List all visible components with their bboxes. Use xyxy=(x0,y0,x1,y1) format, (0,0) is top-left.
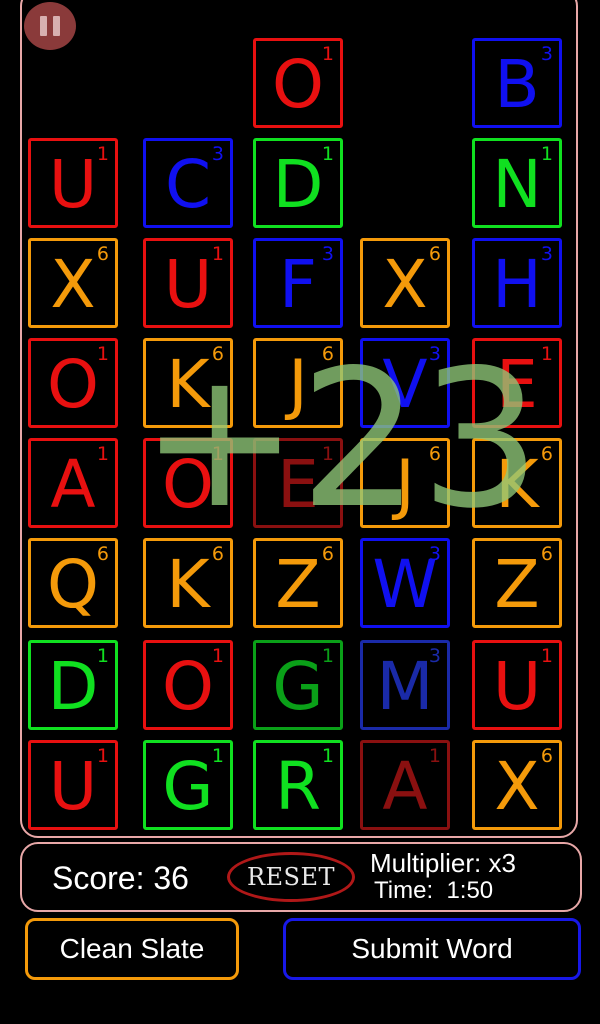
status-panel: Score: 36 RESET Multiplier: x3 Time: 1:5… xyxy=(20,842,582,912)
tile-points: 1 xyxy=(321,43,334,65)
letter-tile[interactable]: A1 xyxy=(28,438,118,528)
tile-points: 6 xyxy=(428,243,441,265)
tile-points: 6 xyxy=(321,343,334,365)
letter-tile[interactable]: F3 xyxy=(253,238,343,328)
tile-points: 6 xyxy=(211,543,224,565)
tile-points: 1 xyxy=(96,645,109,667)
tile-points: 1 xyxy=(540,343,553,365)
letter-tile[interactable]: X6 xyxy=(472,740,562,830)
tile-points: 6 xyxy=(96,543,109,565)
letter-tile[interactable]: K6 xyxy=(472,438,562,528)
letter-tile[interactable]: U1 xyxy=(28,138,118,228)
tile-points: 3 xyxy=(428,343,441,365)
letter-tile[interactable]: R1 xyxy=(253,740,343,830)
tile-points: 6 xyxy=(540,443,553,465)
time-label: Time: 1:50 xyxy=(374,877,494,904)
tile-points: 1 xyxy=(428,745,441,767)
tile-points: 1 xyxy=(211,745,224,767)
tile-points: 1 xyxy=(321,745,334,767)
pause-icon xyxy=(37,16,63,36)
clean-slate-label: Clean Slate xyxy=(59,933,205,964)
tile-points: 6 xyxy=(428,443,441,465)
tile-points: 3 xyxy=(428,645,441,667)
tile-points: 1 xyxy=(321,143,334,165)
pause-button[interactable] xyxy=(24,2,76,50)
letter-tile[interactable]: Z6 xyxy=(472,538,562,628)
tile-points: 1 xyxy=(321,443,334,465)
multiplier-label: Multiplier: x3 xyxy=(370,848,516,878)
tile-points: 1 xyxy=(96,443,109,465)
letter-tile[interactable]: A1 xyxy=(360,740,450,830)
letter-tile[interactable]: Q6 xyxy=(28,538,118,628)
tile-points: 1 xyxy=(96,143,109,165)
letter-tile[interactable]: O1 xyxy=(28,338,118,428)
tile-points: 1 xyxy=(211,243,224,265)
letter-tile[interactable]: H3 xyxy=(472,238,562,328)
letter-tile[interactable]: J6 xyxy=(253,338,343,428)
letter-tile[interactable]: J6 xyxy=(360,438,450,528)
tile-points: 6 xyxy=(321,543,334,565)
submit-word-label: Submit Word xyxy=(351,933,513,964)
letter-tile[interactable]: D1 xyxy=(28,640,118,730)
tile-points: 6 xyxy=(96,243,109,265)
tile-points: 1 xyxy=(540,645,553,667)
tile-points: 1 xyxy=(211,443,224,465)
letter-tile[interactable]: W3 xyxy=(360,538,450,628)
letter-tile[interactable]: X6 xyxy=(360,238,450,328)
letter-tile[interactable]: D1 xyxy=(253,138,343,228)
score-label: Score: 36 xyxy=(52,860,189,896)
letter-tile[interactable]: X6 xyxy=(28,238,118,328)
letter-tile[interactable]: G1 xyxy=(143,740,233,830)
tile-points: 3 xyxy=(540,43,553,65)
tile-points: 1 xyxy=(96,343,109,365)
letter-tile[interactable]: N1 xyxy=(472,138,562,228)
letter-tile[interactable]: Z6 xyxy=(253,538,343,628)
letter-tile[interactable]: O1 xyxy=(253,38,343,128)
tile-points: 1 xyxy=(321,645,334,667)
tile-points: 6 xyxy=(540,745,553,767)
letter-tile[interactable]: O1 xyxy=(143,640,233,730)
letter-tile[interactable]: V3 xyxy=(360,338,450,428)
tile-points: 3 xyxy=(321,243,334,265)
letter-tile[interactable]: K6 xyxy=(143,338,233,428)
reset-label: RESET xyxy=(246,863,336,891)
letter-tile[interactable]: O1 xyxy=(143,438,233,528)
letter-tile[interactable]: K6 xyxy=(143,538,233,628)
tile-points: 1 xyxy=(211,645,224,667)
submit-word-button[interactable]: Submit Word xyxy=(283,918,581,980)
letter-tile[interactable]: G1 xyxy=(253,640,343,730)
letter-tile[interactable]: M3 xyxy=(360,640,450,730)
letter-tile[interactable]: U1 xyxy=(472,640,562,730)
clean-slate-button[interactable]: Clean Slate xyxy=(25,918,239,980)
letter-tile[interactable]: E1 xyxy=(472,338,562,428)
tile-points: 3 xyxy=(540,243,553,265)
tile-points: 3 xyxy=(428,543,441,565)
tile-points: 6 xyxy=(211,343,224,365)
letter-tile[interactable]: U1 xyxy=(28,740,118,830)
letter-tile[interactable]: B3 xyxy=(472,38,562,128)
letter-tile[interactable]: C3 xyxy=(143,138,233,228)
tile-points: 3 xyxy=(211,143,224,165)
reset-button[interactable]: RESET xyxy=(227,852,355,902)
tile-points: 1 xyxy=(540,143,553,165)
tile-points: 6 xyxy=(540,543,553,565)
letter-tile[interactable]: U1 xyxy=(143,238,233,328)
tile-points: 1 xyxy=(96,745,109,767)
letter-tile[interactable]: E1 xyxy=(253,438,343,528)
